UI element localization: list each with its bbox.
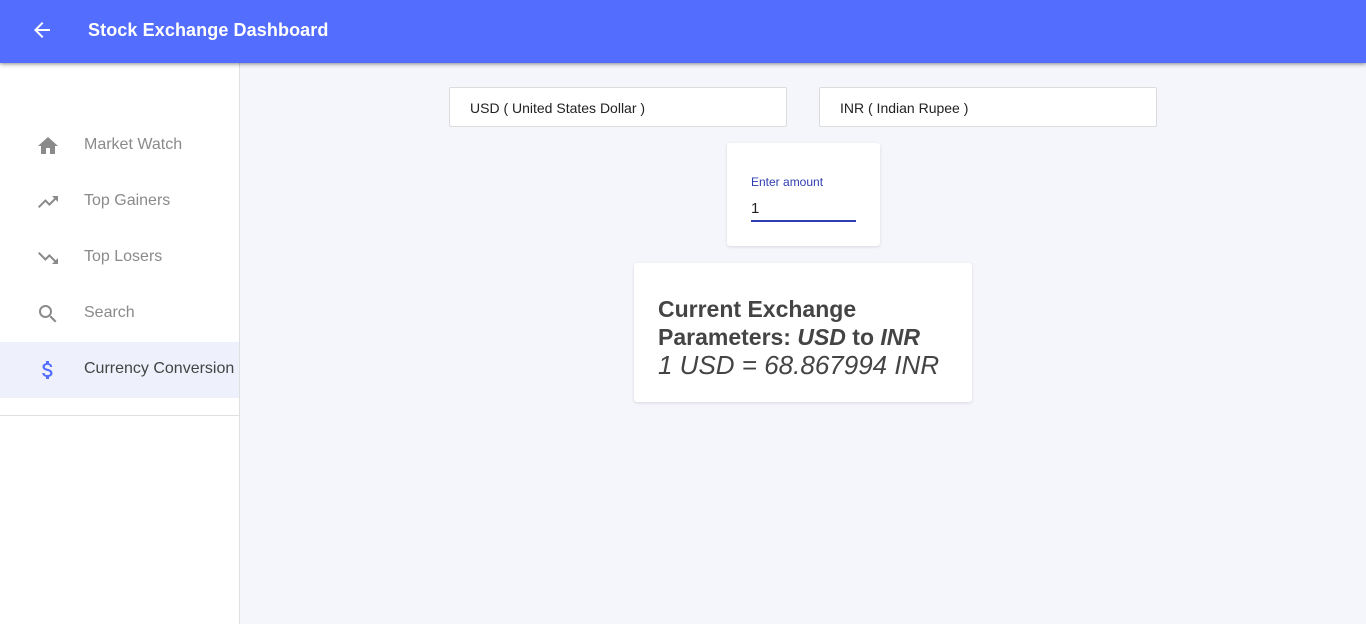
- from-currency-code: USD: [797, 324, 846, 350]
- sidebar-item-top-gainers[interactable]: Top Gainers: [0, 174, 239, 230]
- exchange-rate: 1 USD = 68.867994 INR: [658, 350, 940, 380]
- amount-input[interactable]: [751, 196, 856, 222]
- app-title: Stock Exchange Dashboard: [88, 20, 329, 40]
- exchange-connector: to: [845, 324, 881, 350]
- back-button[interactable]: [26, 16, 58, 48]
- sidebar-nav: Market Watch Top Gainers Top Losers Sear…: [0, 118, 239, 398]
- exchange-heading: Current Exchange Parameters: USD to INR: [658, 295, 972, 351]
- arrow-left-icon: [30, 18, 54, 47]
- sidebar-item-label: Top Losers: [84, 248, 163, 265]
- from-currency-select[interactable]: USD ( United States Dollar ): [449, 87, 787, 127]
- sidebar-item-label: Search: [84, 304, 135, 321]
- to-currency-code: INR: [880, 324, 921, 350]
- dollar-icon: [36, 358, 60, 382]
- sidebar-item-label: Top Gainers: [84, 192, 171, 209]
- exchange-result-card: Current Exchange Parameters: USD to INR …: [634, 263, 972, 402]
- sidebar-divider: [0, 415, 239, 416]
- trending-down-icon: [36, 246, 60, 270]
- to-currency-select[interactable]: INR ( Indian Rupee ): [819, 87, 1157, 127]
- app-bar: Stock Exchange Dashboard: [0, 0, 1366, 63]
- sidebar: Market Watch Top Gainers Top Losers Sear…: [0, 63, 240, 624]
- sidebar-item-top-losers[interactable]: Top Losers: [0, 230, 239, 286]
- trending-up-icon: [36, 190, 60, 214]
- sidebar-item-label: Market Watch: [84, 136, 183, 153]
- amount-label: Enter amount: [751, 175, 824, 189]
- search-icon: [36, 302, 60, 326]
- amount-card: Enter amount: [727, 143, 880, 246]
- sidebar-item-market-watch[interactable]: Market Watch: [0, 118, 239, 174]
- sidebar-item-label: Currency Conversion: [84, 360, 235, 377]
- sidebar-item-currency-conversion[interactable]: Currency Conversion: [0, 342, 239, 398]
- sidebar-item-search[interactable]: Search: [0, 286, 239, 342]
- home-icon: [36, 134, 60, 158]
